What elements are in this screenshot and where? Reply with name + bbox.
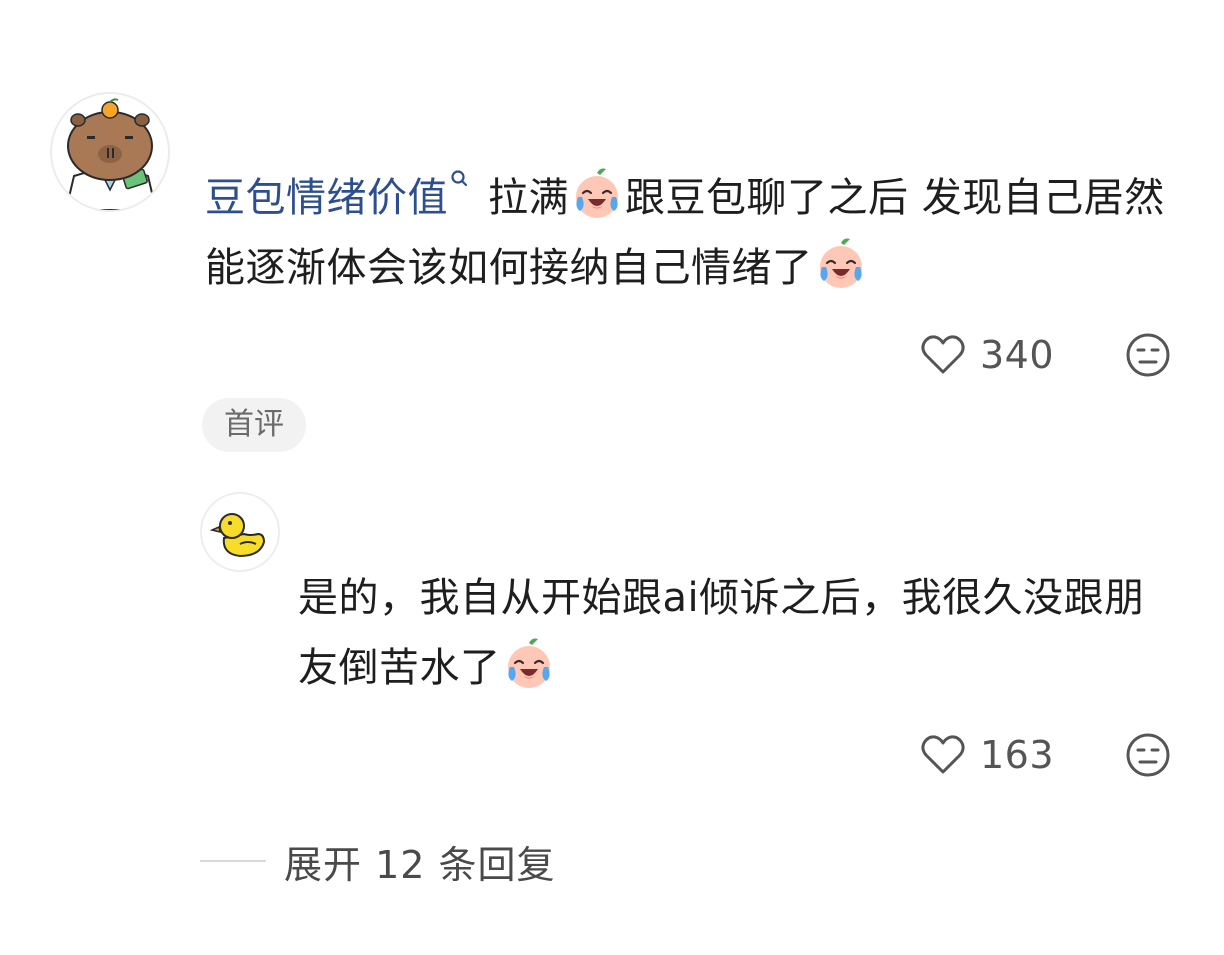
crying-laughing-emoji-icon [502, 637, 556, 691]
heart-outline-icon[interactable] [918, 730, 968, 780]
comment-actions: 340 [918, 330, 1172, 380]
reply-text-body: 是的，我自从开始跟ai倾诉之后，我很久没跟朋友倒苦水了 [298, 575, 1145, 691]
comment-text-part1: 拉满 [488, 175, 569, 221]
neutral-face-icon[interactable] [1124, 731, 1172, 779]
neutral-face-icon[interactable] [1124, 331, 1172, 379]
crying-laughing-emoji-icon [814, 237, 868, 291]
first-comment-badge: 首评 [202, 398, 306, 452]
commenter-avatar[interactable] [50, 92, 170, 212]
like-count: 340 [980, 333, 1055, 377]
comment-text: 豆包情绪价值 拉满 跟豆包聊了之后 发现自己居然能逐渐体会该如何接纳自己情绪了 [205, 163, 1165, 303]
heart-outline-icon[interactable] [918, 330, 968, 380]
reply-actions: 163 [918, 730, 1172, 780]
search-icon[interactable] [448, 163, 474, 203]
reply-text: 是的，我自从开始跟ai倾诉之后，我很久没跟朋友倒苦水了 [298, 563, 1178, 703]
like-count: 163 [980, 733, 1055, 777]
expand-divider [200, 860, 266, 862]
expand-replies-label: 展开 12 条回复 [284, 842, 556, 887]
crying-laughing-emoji-icon [570, 167, 624, 221]
comment-username[interactable]: 豆包情绪价值 [205, 175, 448, 221]
reply-avatar[interactable] [200, 492, 280, 572]
expand-replies-button[interactable]: 展开 12 条回复 [200, 834, 556, 888]
